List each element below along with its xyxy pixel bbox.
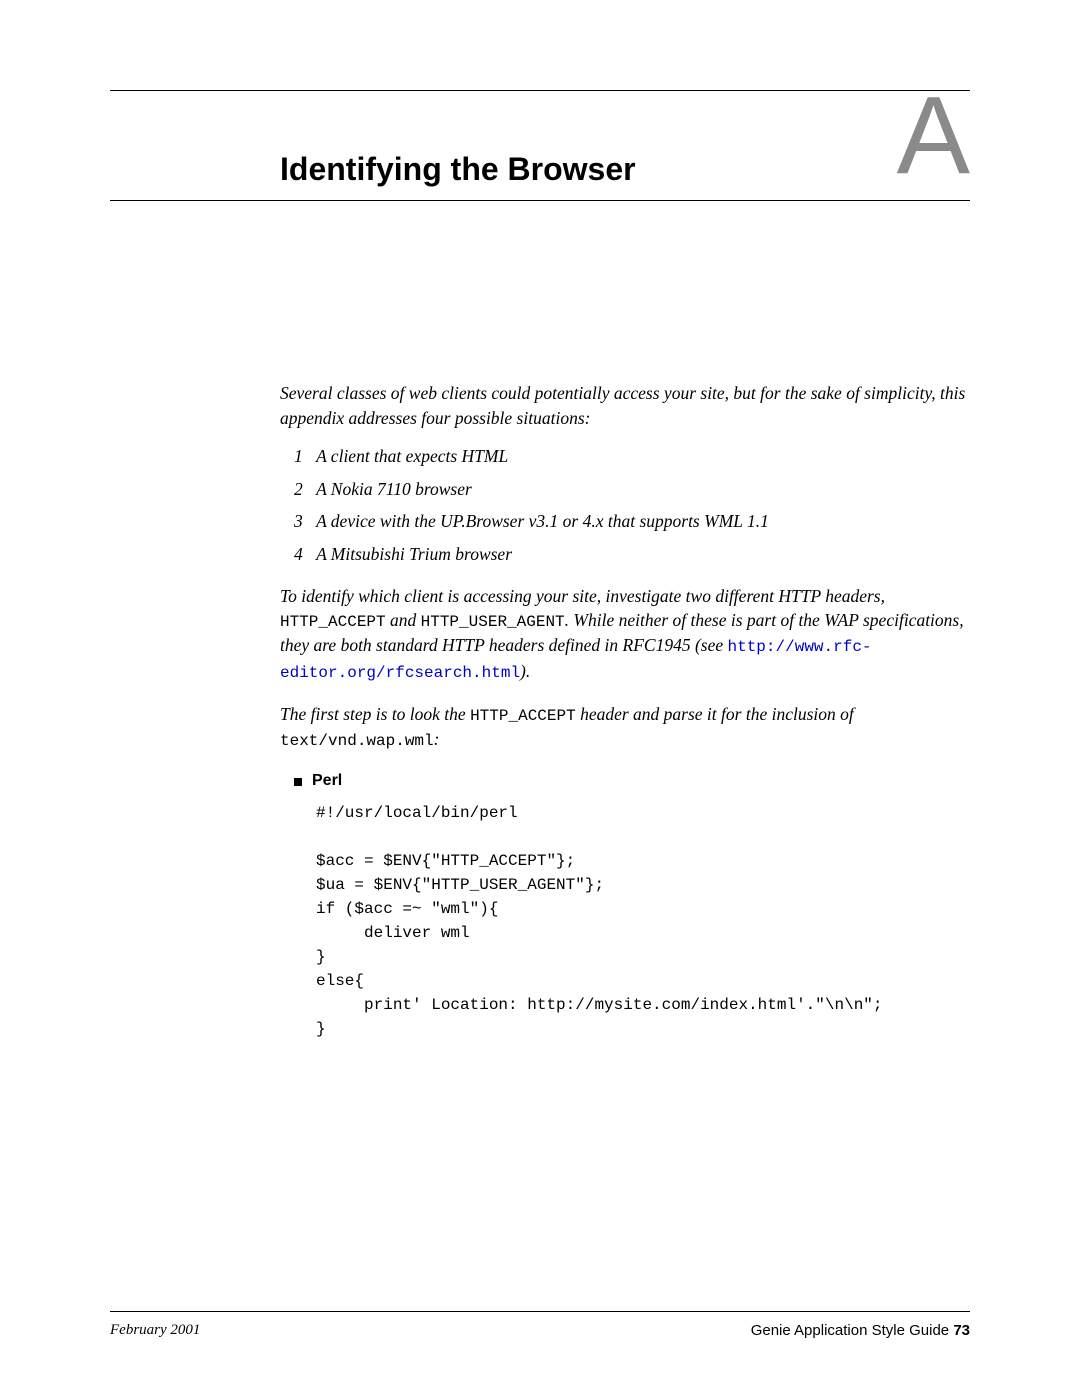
code-inline: HTTP_ACCEPT (280, 613, 386, 631)
chapter-title: Identifying the Browser (110, 151, 970, 200)
perl-heading: Perl (294, 770, 970, 792)
page-number: 73 (953, 1322, 970, 1339)
code-inline: HTTP_ACCEPT (470, 707, 576, 725)
text-run: : (434, 729, 440, 749)
list-item: 2 A Nokia 7110 browser (294, 477, 970, 502)
perl-label: Perl (312, 770, 342, 792)
text-run: To identify which client is accessing yo… (280, 586, 885, 606)
footer-text: Genie Application Style Guide (751, 1322, 954, 1339)
top-border-rule (110, 90, 970, 91)
code-inline: HTTP_USER_AGENT (421, 613, 565, 631)
text-run: The first step is to look the (280, 704, 470, 724)
situations-list: 1 A client that expects HTML 2 A Nokia 7… (294, 444, 970, 566)
text-run: and (386, 610, 421, 630)
list-item-text: A client that expects HTML (316, 446, 508, 466)
appendix-letter: A (897, 81, 970, 191)
square-bullet-icon (294, 778, 302, 786)
page-footer: February 2001 Genie Application Style Gu… (110, 1311, 970, 1339)
footer-doc-title: Genie Application Style Guide 73 (751, 1322, 970, 1339)
text-run: ). (520, 661, 530, 681)
title-block: A Identifying the Browser (110, 151, 970, 201)
list-item: 4 A Mitsubishi Trium browser (294, 542, 970, 567)
page-container: A Identifying the Browser Several classe… (0, 0, 1080, 1397)
list-item: 1 A client that expects HTML (294, 444, 970, 469)
code-inline: text/vnd.wap.wml (280, 732, 434, 750)
list-item: 3 A device with the UP.Browser v3.1 or 4… (294, 509, 970, 534)
intro-paragraph: Several classes of web clients could pot… (280, 381, 970, 430)
list-item-text: A Mitsubishi Trium browser (316, 544, 512, 564)
body-content: Several classes of web clients could pot… (280, 381, 970, 1041)
text-run: header and parse it for the inclusion of (576, 704, 854, 724)
perl-code-block: #!/usr/local/bin/perl $acc = $ENV{"HTTP_… (316, 801, 970, 1041)
http-headers-paragraph: To identify which client is accessing yo… (280, 584, 970, 685)
list-item-text: A Nokia 7110 browser (316, 479, 472, 499)
footer-date: February 2001 (110, 1322, 200, 1339)
first-step-paragraph: The first step is to look the HTTP_ACCEP… (280, 702, 970, 753)
list-item-text: A device with the UP.Browser v3.1 or 4.x… (316, 511, 769, 531)
title-underline (110, 200, 970, 201)
